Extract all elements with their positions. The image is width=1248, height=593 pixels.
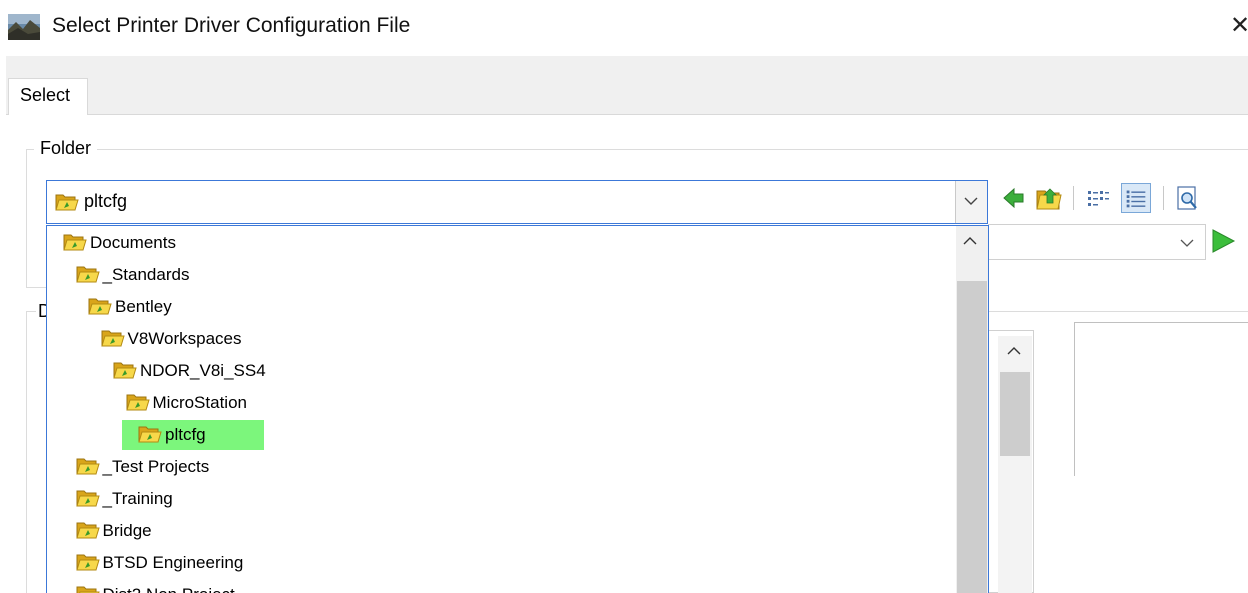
close-icon[interactable]: ✕ (1230, 10, 1248, 40)
dropdown-scroll-thumb[interactable] (957, 281, 987, 593)
folder-tree-item[interactable]: BTSD Engineering (75, 548, 244, 578)
folder-icon (76, 586, 100, 593)
folder-dropdown-list[interactable]: Documents _Standards Bentley V8Workspaces ND… (46, 225, 989, 593)
toolbar-separator (1163, 186, 1164, 210)
details-view-icon[interactable] (1121, 183, 1151, 213)
preview-pane (1074, 322, 1248, 476)
folder-tree-item-label: _Training (102, 489, 173, 508)
folder-icon (75, 490, 100, 507)
scroll-up-icon[interactable] (1006, 346, 1022, 356)
file-list-scroll-thumb[interactable] (1000, 372, 1030, 456)
tab-select-label[interactable]: Select (20, 85, 70, 106)
folder-tree-item-label: Bridge (102, 521, 152, 540)
folder-tree-item-label: Bentley (115, 297, 172, 316)
filter-combobox[interactable] (988, 224, 1206, 260)
folder-icon (88, 298, 112, 315)
folder-icon (138, 426, 162, 443)
folder-tree-item[interactable]: Bentley (88, 292, 172, 322)
folder-icon (75, 266, 100, 283)
folder-icon (63, 234, 87, 251)
folder-group-label: Folder (34, 138, 98, 159)
folder-combobox-value: pltcfg (84, 191, 128, 211)
folder-tree-item[interactable]: Bridge (75, 516, 152, 546)
play-icon[interactable] (1210, 228, 1236, 254)
folder-icon (113, 362, 137, 379)
folder-icon (125, 394, 150, 411)
preview-icon[interactable] (1172, 183, 1202, 213)
chevron-down-icon (964, 197, 978, 205)
folder-combobox[interactable] (46, 180, 988, 224)
folder-group-border (26, 149, 27, 287)
folder-tree-item-label: NDOR_V8i_SS4 (140, 361, 266, 380)
folder-tree-item[interactable]: pltcfg (122, 420, 264, 450)
folder-tree-item-label: pltcfg (165, 425, 206, 444)
chevron-down-icon[interactable] (1180, 238, 1194, 248)
folder-tree-item[interactable]: _Training (75, 484, 173, 514)
toolbar-separator (1073, 186, 1074, 210)
folder-tree-item-label: BTSD Engineering (102, 553, 244, 572)
folder-icon (75, 554, 100, 571)
folder-tree-item-label: _Standards (102, 265, 190, 284)
window-title: Select Printer Driver Configuration File (52, 14, 411, 37)
back-arrow-icon[interactable] (999, 183, 1029, 213)
scroll-up-icon[interactable] (962, 236, 978, 246)
folder-tree-item[interactable]: _Test Projects (75, 452, 210, 482)
folder-group-border (26, 287, 48, 288)
app-icon (8, 14, 40, 40)
folder-tree-item[interactable]: Documents (63, 228, 176, 258)
details-group-border (987, 311, 1248, 312)
folder-tree-item-label: _Test Projects (102, 457, 210, 476)
folder-group-border (26, 149, 1248, 150)
folder-tree-item[interactable]: _Standards (75, 260, 190, 290)
folder-tree-item[interactable]: NDOR_V8i_SS4 (113, 356, 266, 386)
folder-icon (75, 458, 100, 475)
folder-tree-item[interactable]: V8Workspaces (100, 324, 242, 354)
folder-tree-item-label: MicroStation (152, 393, 247, 412)
folder-icon (100, 330, 125, 347)
folder-icon (55, 194, 79, 211)
folder-tree-item[interactable]: Dist2 Non Project (76, 580, 235, 593)
folder-tree-item-label: V8Workspaces (127, 329, 242, 348)
list-view-icon[interactable] (1083, 183, 1113, 213)
folder-tree-item-label: Dist2 Non Project (103, 585, 235, 593)
folder-icon (75, 522, 100, 539)
folder-tree-item[interactable]: MicroStation (125, 388, 247, 418)
folder-tree-item-label: Documents (90, 233, 176, 252)
details-group-border (26, 311, 27, 593)
up-folder-icon[interactable] (1034, 183, 1064, 213)
